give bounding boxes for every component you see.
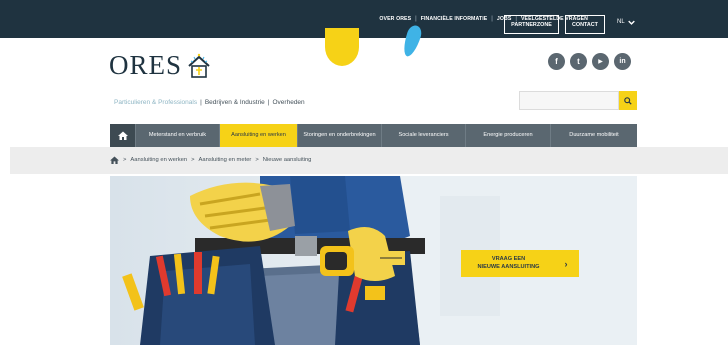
audience-segments: Particulieren & Professionals | Bedrijve…	[114, 99, 305, 106]
facebook-icon[interactable]: f	[548, 53, 565, 70]
main-navigation: Meterstand en verbruik Aansluiting en we…	[110, 124, 637, 147]
segment-bedrijven[interactable]: Bedrijven & Industrie	[205, 99, 265, 106]
segment-particulieren[interactable]: Particulieren & Professionals	[114, 99, 197, 106]
youtube-icon[interactable]: ▶	[592, 53, 609, 70]
home-icon	[117, 131, 128, 140]
logo-text: ORES	[109, 50, 183, 80]
breadcrumb-current: Nieuwe aansluiting	[262, 157, 312, 163]
top-link-separator: |	[415, 16, 417, 22]
top-link-separator: |	[491, 16, 493, 22]
linkedin-icon[interactable]: in	[614, 53, 631, 70]
search-box	[519, 91, 637, 110]
ores-logo[interactable]: ORES	[109, 52, 212, 79]
cta-label: VRAAG EEN NIEUWE AANSLUITING	[477, 256, 540, 270]
breadcrumb-item[interactable]: Aansluiting en werken	[130, 157, 187, 163]
request-connection-button[interactable]: VRAAG EEN NIEUWE AANSLUITING ›	[461, 250, 579, 277]
nav-energie-produceren[interactable]: Energie produceren	[466, 124, 551, 147]
segment-separator: |	[267, 99, 270, 106]
contact-button[interactable]: CONTACT	[565, 15, 605, 34]
chevron-right-icon: ›	[564, 258, 568, 269]
top-link-over-ores[interactable]: OVER ORES	[379, 16, 411, 22]
breadcrumb-separator: >	[123, 157, 127, 163]
segment-separator: |	[200, 99, 202, 106]
language-label: NL	[617, 19, 625, 25]
breadcrumb-item[interactable]: Aansluiting en meter	[199, 157, 252, 163]
breadcrumb-separator: >	[255, 157, 259, 163]
search-icon	[624, 96, 632, 105]
house-logo-icon	[188, 53, 210, 78]
decorative-yellow-shape	[325, 28, 359, 66]
home-icon[interactable]	[110, 156, 119, 164]
nav-sociale-leveranciers[interactable]: Sociale leveranciers	[382, 124, 466, 147]
search-button[interactable]	[619, 91, 637, 110]
partnerzone-button[interactable]: PARTNERZONE	[504, 15, 559, 34]
search-input[interactable]	[519, 91, 619, 110]
chevron-down-icon	[627, 20, 635, 25]
twitter-icon[interactable]: t	[570, 53, 587, 70]
nav-meterstand[interactable]: Meterstand en verbruik	[136, 124, 220, 147]
top-link-financial[interactable]: FINANCIËLE INFORMATIE	[421, 16, 488, 22]
nav-home[interactable]	[110, 124, 136, 147]
segment-overheden[interactable]: Overheden	[273, 99, 305, 106]
language-selector[interactable]: NL	[617, 19, 635, 25]
breadcrumb-separator: >	[191, 157, 195, 163]
nav-storingen[interactable]: Storingen en onderbrekingen	[298, 124, 382, 147]
nav-duurzame-mobiliteit[interactable]: Duurzame mobiliteit	[551, 124, 637, 147]
breadcrumb: > Aansluiting en werken > Aansluiting en…	[110, 156, 311, 164]
nav-aansluiting[interactable]: Aansluiting en werken	[220, 124, 298, 147]
social-links: f t ▶ in	[548, 53, 631, 70]
